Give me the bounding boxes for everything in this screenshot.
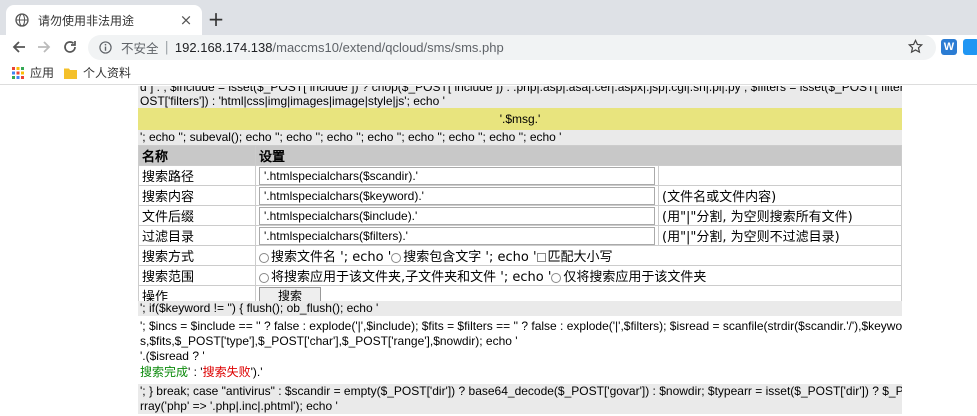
end-sep: ').' bbox=[250, 365, 263, 379]
tab-strip: 请勿使用非法用途 × + bbox=[0, 0, 977, 35]
code-line: OST['filters']) : 'html|css|img|images|i… bbox=[138, 94, 902, 109]
browser-tab[interactable]: 请勿使用非法用途 × bbox=[6, 5, 202, 35]
row-label: 搜索路径 bbox=[138, 165, 256, 186]
table-row: 过滤目录 '.htmlspecialchars($filters).' (用"|… bbox=[138, 225, 902, 246]
table-header-row: 名称 设置 bbox=[138, 145, 902, 166]
row-hint bbox=[658, 165, 902, 186]
address-bar[interactable]: 不安全 | 192.168.174.138/maccms10/extend/qc… bbox=[88, 35, 936, 60]
row-label: 文件后缀 bbox=[138, 205, 256, 226]
reload-icon bbox=[64, 41, 76, 53]
scandir-input[interactable]: '.htmlspecialchars($scandir).' bbox=[259, 166, 655, 185]
globe-icon bbox=[14, 12, 30, 28]
forward-button[interactable] bbox=[33, 36, 55, 58]
done-text: 搜索完成 bbox=[140, 365, 189, 379]
arrow-right-icon bbox=[38, 41, 51, 53]
tab-title: 请勿使用非法用途 bbox=[38, 13, 135, 28]
keyword-input[interactable]: '.htmlspecialchars($keyword).' bbox=[259, 186, 655, 205]
msg-bar: '.$msg.' bbox=[138, 108, 902, 130]
url-path: /maccms10/extend/qcloud/sms/sms.php bbox=[272, 40, 504, 55]
code-line: '; echo ''; subeval(); echo ''; echo '';… bbox=[138, 130, 902, 145]
row-hint: (文件名或文件内容) bbox=[658, 185, 902, 206]
table-row: 搜索路径 '.htmlspecialchars($scandir).' bbox=[138, 165, 902, 186]
apps-grid-icon bbox=[12, 66, 24, 79]
table-row: 文件后缀 '.htmlspecialchars($include).' (用"|… bbox=[138, 205, 902, 226]
code-panel: d ] : ; $include = isset($_POST[ include… bbox=[138, 86, 902, 416]
header-name: 名称 bbox=[138, 145, 256, 166]
mode-option-label: 搜索包含文字 '; echo ' bbox=[403, 250, 537, 265]
info-icon[interactable] bbox=[98, 41, 112, 55]
browser-toolbar: 不安全 | 192.168.174.138/maccms10/extend/qc… bbox=[0, 35, 977, 60]
fail-text: 搜索失败 bbox=[202, 365, 251, 379]
code-line: '; } break; case "antivirus" : $scandir … bbox=[138, 384, 902, 399]
bookmark-star-icon[interactable] bbox=[907, 38, 924, 55]
row-label: 搜索方式 bbox=[138, 245, 256, 266]
header-setting: 设置 bbox=[255, 145, 902, 166]
filters-input[interactable]: '.htmlspecialchars($filters).' bbox=[259, 226, 655, 245]
mode-option-label: 搜索文件名 '; echo ' bbox=[271, 250, 392, 265]
range-folder-radio[interactable] bbox=[551, 272, 562, 283]
back-button[interactable] bbox=[8, 36, 30, 58]
row-label: 搜索范围 bbox=[138, 265, 256, 286]
row-hint: (用"|"分割, 为空则搜索所有文件) bbox=[658, 205, 902, 226]
arrow-left-icon bbox=[12, 41, 25, 53]
code-line: rray('php' => '.php|.inc|.phtml'); echo … bbox=[138, 399, 902, 414]
extension-icon[interactable] bbox=[963, 39, 977, 55]
bookmark-label: 应用 bbox=[30, 66, 55, 80]
result-line: 搜索完成' : '搜索失败').' bbox=[138, 365, 902, 380]
row-label: 过滤目录 bbox=[138, 225, 256, 246]
include-input[interactable]: '.htmlspecialchars($include).' bbox=[259, 206, 655, 225]
range-option-label: 仅将搜索应用于该文件夹 bbox=[563, 270, 707, 285]
page-content: d ] : ; $include = isset($_POST[ include… bbox=[0, 86, 977, 416]
bookmark-apps[interactable]: 应用 bbox=[12, 64, 54, 81]
match-case-label: 匹配大小写 bbox=[547, 250, 613, 265]
code-line: s,$fits,$_POST['type'],$_POST['char'],$_… bbox=[140, 334, 518, 348]
mode-content-radio[interactable] bbox=[391, 252, 402, 263]
range-recursive-radio[interactable] bbox=[259, 272, 269, 283]
mode-filename-radio[interactable] bbox=[259, 252, 269, 263]
table-row: 搜索方式 搜索文件名 '; echo ' 搜索包含文字 '; echo ' 匹配大小… bbox=[138, 245, 902, 266]
bookmark-label: 个人资料 bbox=[83, 66, 132, 80]
url-host: 192.168.174.138 bbox=[174, 40, 273, 55]
mid-sep: ' : ' bbox=[188, 365, 203, 379]
bookmark-personal[interactable]: 个人资料 bbox=[64, 64, 131, 81]
match-case-checkbox[interactable] bbox=[536, 253, 546, 262]
reload-button[interactable] bbox=[59, 36, 81, 58]
word-extension-icon[interactable]: W bbox=[941, 39, 957, 55]
row-label: 搜索内容 bbox=[138, 185, 256, 206]
code-line: '.($isread ? ' bbox=[140, 349, 205, 363]
table-row: 搜索内容 '.htmlspecialchars($keyword).' (文件名… bbox=[138, 185, 902, 206]
url-separator: | bbox=[164, 40, 169, 55]
settings-table: 名称 设置 搜索路径 '.htmlspecialchars($scandir).… bbox=[138, 145, 902, 306]
range-option-label: 将搜索应用于该文件夹,子文件夹和文件 '; echo ' bbox=[271, 270, 552, 285]
new-tab-button[interactable]: + bbox=[205, 7, 227, 31]
code-line: '; if($keyword != '') { flush(); ob_flus… bbox=[138, 301, 902, 316]
code-line: '; $incs = $include == '' ? false : expl… bbox=[140, 319, 902, 333]
row-hint: (用"|"分割, 为空则不过滤目录) bbox=[658, 225, 902, 246]
table-row: 搜索范围 将搜索应用于该文件夹,子文件夹和文件 '; echo ' 仅将搜索应用于… bbox=[138, 265, 902, 286]
folder-icon bbox=[64, 68, 77, 79]
bookmarks-bar: 应用 个人资料 bbox=[0, 60, 977, 85]
insecure-label: 不安全 bbox=[121, 41, 159, 56]
close-tab-icon[interactable]: × bbox=[178, 11, 194, 29]
